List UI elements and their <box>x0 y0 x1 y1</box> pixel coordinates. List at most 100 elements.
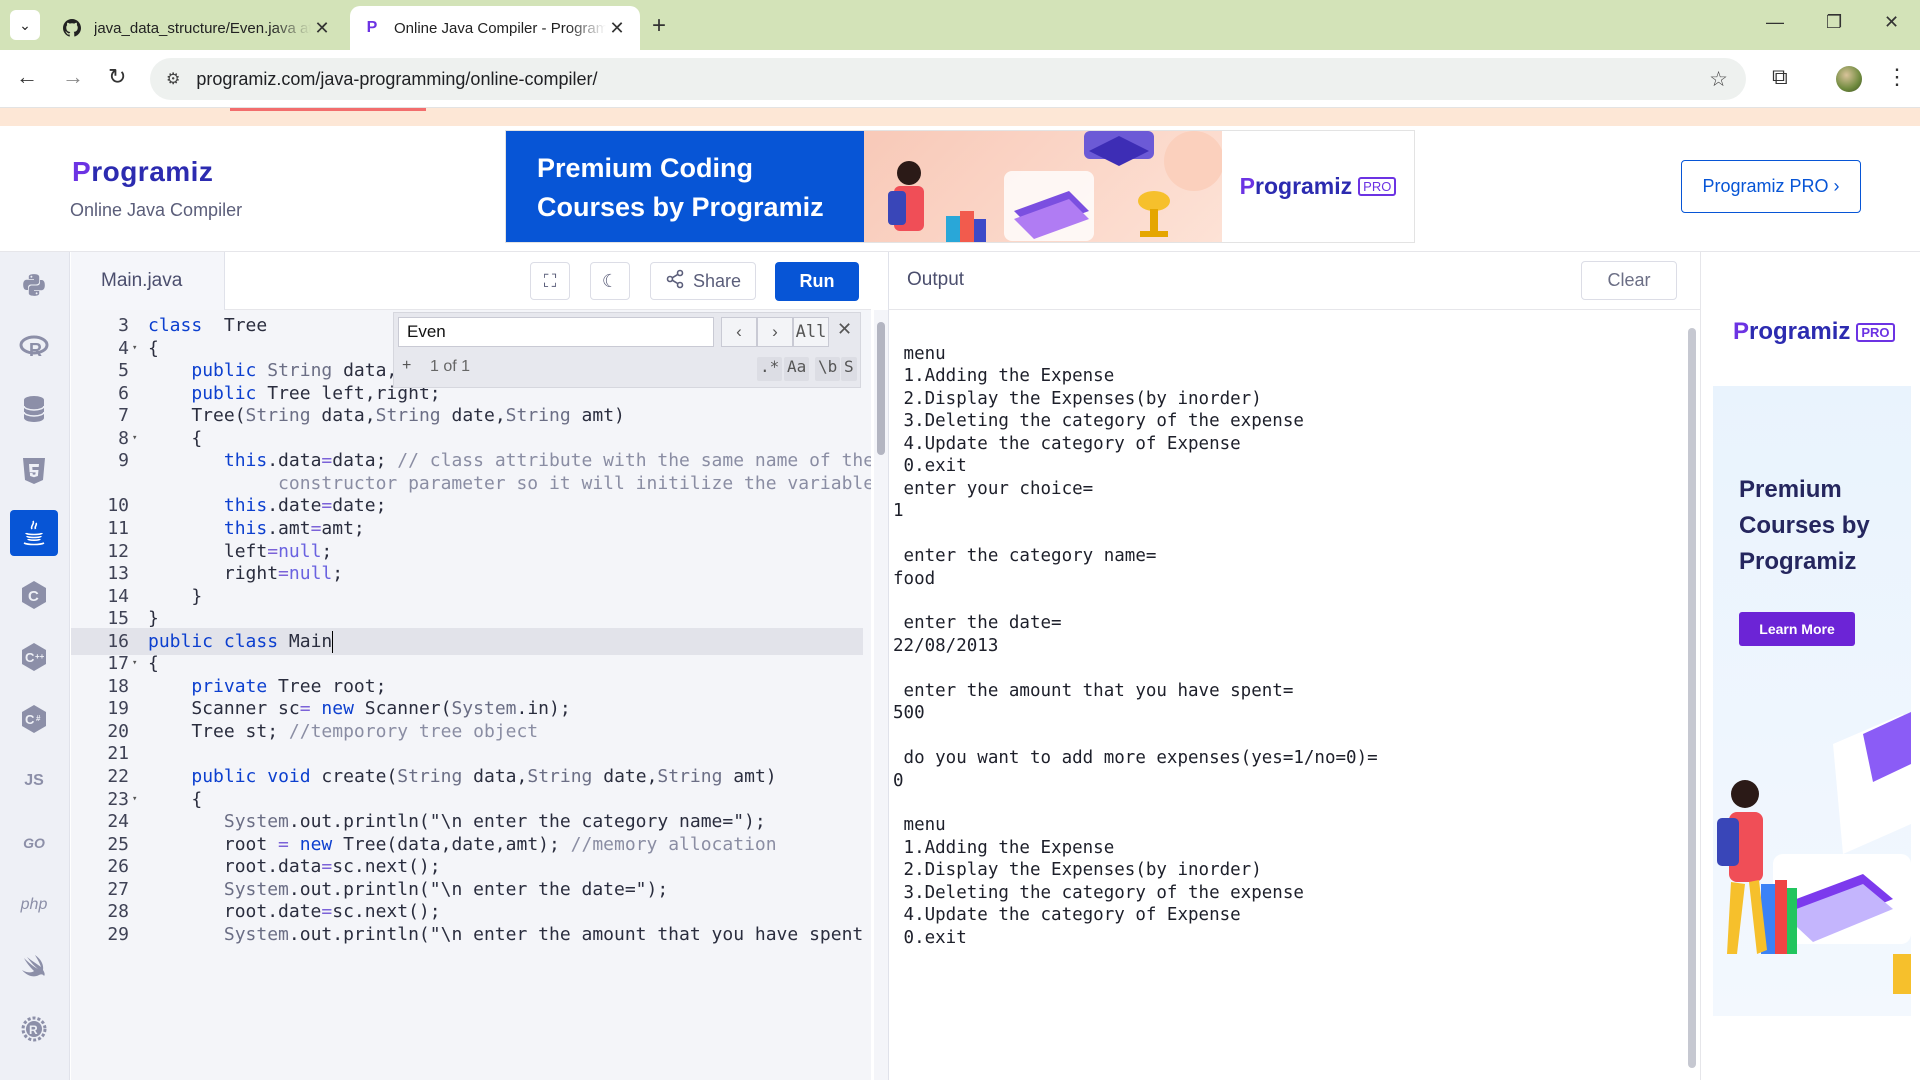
python-icon[interactable] <box>10 262 58 308</box>
case-sensitive-toggle[interactable]: Aa <box>784 357 810 381</box>
url-text[interactable]: programiz.com/java-programming/online-co… <box>196 69 597 90</box>
find-next-button[interactable]: › <box>757 317 793 347</box>
site-header: Programiz Online Java Compiler Premium C… <box>0 126 1920 252</box>
browser-menu-icon[interactable]: ⋮ <box>1886 64 1908 90</box>
cpp-icon[interactable]: C ++ <box>10 634 58 680</box>
line-number: 29 <box>107 923 129 945</box>
csharp-icon[interactable]: C # <box>10 696 58 742</box>
file-tab-main-java[interactable]: Main.java <box>71 252 225 310</box>
logo-initial: P <box>72 156 92 187</box>
code-editor[interactable]: 3 class Tree 4 ▾{5 public String data,d 6 pu… <box>71 310 871 1080</box>
tab-programiz[interactable]: P Online Java Compiler - Programiz ✕ <box>350 6 640 50</box>
code-line[interactable]: 29 System.out.println("\n enter the amou… <box>71 921 863 948</box>
code-token: = <box>321 856 333 878</box>
extensions-icon[interactable]: ⧉ <box>1772 64 1788 90</box>
tab-search-button[interactable]: ⌄ <box>10 10 40 40</box>
editor-scrollbar-thumb[interactable] <box>877 322 885 455</box>
address-bar[interactable]: ⚙ programiz.com/java-programming/online-… <box>150 58 1746 100</box>
html5-icon[interactable] <box>10 448 58 494</box>
output-line: enter the amount that you have spent= <box>893 680 1294 701</box>
ad-line-1: Premium <box>1739 476 1842 503</box>
sql-database-icon[interactable] <box>10 386 58 432</box>
new-tab-icon[interactable]: + <box>652 12 666 40</box>
close-window-icon[interactable]: ✕ <box>1884 12 1899 33</box>
clear-button[interactable]: Clear <box>1581 261 1677 300</box>
share-button[interactable]: Share <box>650 262 756 300</box>
back-arrow-icon[interactable]: ← <box>16 64 38 90</box>
ad-pro-badge: PRO <box>1856 323 1895 343</box>
java-icon[interactable] <box>10 510 58 556</box>
code-token: null <box>278 540 322 562</box>
code-token: = <box>278 563 289 585</box>
programiz-pro-ad[interactable]: Programiz PRO Premium Courses by Programi… <box>1713 264 1911 1016</box>
close-tab-icon[interactable]: ✕ <box>606 18 628 39</box>
find-widget: Even ‹ › All ✕ + 1 of 1 .* Aa \b S <box>393 312 861 388</box>
programiz-pro-button[interactable]: Programiz PRO › <box>1681 160 1861 213</box>
ad-learn-more-button[interactable]: Learn More <box>1739 612 1855 646</box>
find-all-button[interactable]: All <box>793 317 829 347</box>
tab-github[interactable]: java_data_structure/Even.java at ✕ <box>50 6 345 50</box>
fullscreen-button[interactable]: ⛶ <box>530 262 570 300</box>
code-text: System.out.println("\n enter the amount … <box>148 921 863 948</box>
find-match-count: 1 of 1 <box>430 358 471 375</box>
run-button[interactable]: Run <box>775 262 859 301</box>
code-token: Tree st; <box>148 720 289 742</box>
code-token: .out.println("\n enter the amount that y… <box>288 923 864 945</box>
output-scrollbar-thumb[interactable] <box>1688 328 1696 1068</box>
javascript-icon[interactable]: JS <box>10 758 58 804</box>
svg-text:#: # <box>36 714 41 723</box>
dark-mode-button[interactable]: ☾ <box>590 262 630 300</box>
r-language-icon[interactable]: R <box>10 324 58 370</box>
restore-icon[interactable]: ❐ <box>1826 12 1842 33</box>
profile-avatar[interactable] <box>1836 66 1862 92</box>
editor-scrollbar[interactable] <box>874 310 888 1080</box>
code-token: .out.println("\n enter the category name… <box>288 811 766 833</box>
tab-title: Online Java Compiler - Programiz <box>394 19 606 37</box>
swift-icon[interactable] <box>10 944 58 990</box>
code-token: root.date <box>148 901 322 923</box>
code-token: String <box>527 766 593 787</box>
in-selection-toggle[interactable]: S <box>841 357 857 381</box>
replace-toggle-button[interactable]: + <box>402 357 420 381</box>
minimize-icon[interactable]: — <box>1766 12 1784 33</box>
svg-text:C: C <box>25 712 35 727</box>
go-icon[interactable]: GO <box>10 820 58 866</box>
code-token: = <box>299 698 311 720</box>
code-token: root <box>148 833 279 855</box>
reload-icon[interactable]: ↻ <box>108 64 126 90</box>
code-token: String <box>397 766 463 787</box>
output-scrollbar[interactable] <box>1684 310 1700 1080</box>
site-info-icon[interactable]: ⚙ <box>166 69 180 89</box>
fullscreen-icon: ⛶ <box>543 270 557 291</box>
code-token: .date <box>267 495 322 517</box>
svg-text:C: C <box>28 588 39 605</box>
code-token: String <box>505 405 571 427</box>
premium-banner[interactable]: Premium Coding Courses by Programiz Prog… <box>505 130 1415 243</box>
code-token: class <box>223 630 279 652</box>
close-tab-icon[interactable]: ✕ <box>311 18 333 39</box>
output-console[interactable]: menu 1.Adding the Expense 2.Display the … <box>888 310 1684 1080</box>
regex-toggle[interactable]: .* <box>757 357 783 381</box>
bookmark-star-icon[interactable]: ☆ <box>1709 67 1728 92</box>
page-subtitle: Online Java Compiler <box>70 200 243 220</box>
output-header: Output Clear <box>888 252 1700 310</box>
whole-word-toggle[interactable]: \b <box>815 357 841 381</box>
code-token: amt) <box>722 766 777 787</box>
forward-arrow-icon[interactable]: → <box>62 64 84 90</box>
find-close-icon[interactable]: ✕ <box>837 319 852 340</box>
find-input[interactable]: Even <box>398 317 714 347</box>
ad-logo-text: rogramiz <box>1749 318 1851 345</box>
code-token: public <box>191 360 257 382</box>
programiz-logo[interactable]: Programiz <box>72 156 213 188</box>
find-previous-button[interactable]: ‹ <box>721 317 757 347</box>
rust-icon[interactable]: R <box>10 1006 58 1052</box>
php-icon[interactable]: php <box>10 882 58 928</box>
code-token: String <box>245 405 311 427</box>
code-token: this <box>223 517 268 539</box>
code-token: sc.next(); <box>332 856 441 878</box>
code-token: public <box>191 382 257 404</box>
c-language-icon[interactable]: C <box>10 572 58 618</box>
